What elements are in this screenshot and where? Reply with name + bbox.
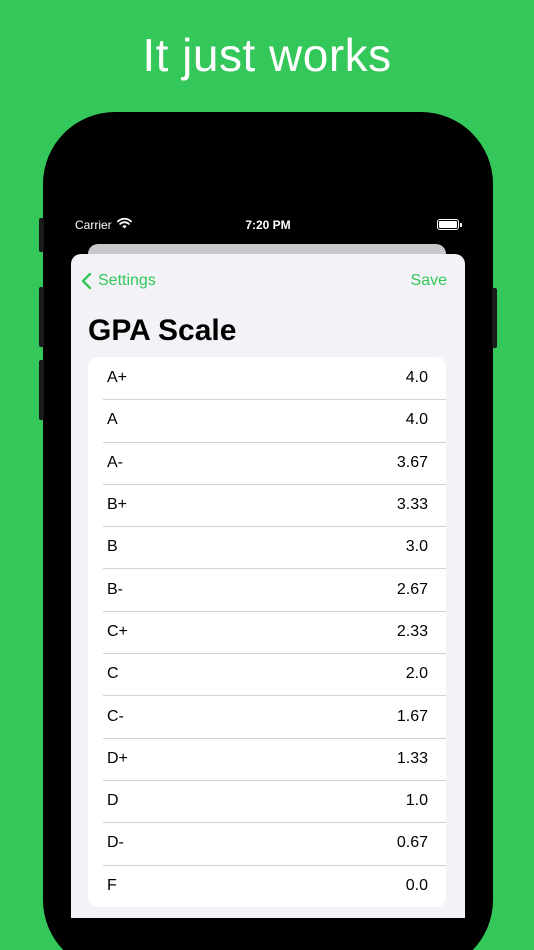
grade-label: C- — [107, 707, 124, 725]
grade-value: 2.67 — [396, 580, 428, 598]
grade-label: C — [107, 665, 119, 683]
grade-row[interactable]: B 3.0 — [88, 526, 446, 568]
grade-label: C+ — [107, 622, 128, 640]
grade-value: 2.0 — [405, 665, 428, 683]
grade-label: D — [107, 792, 119, 810]
grade-row[interactable]: A 4.0 — [88, 399, 446, 441]
grade-label: A+ — [107, 369, 128, 387]
battery-icon — [437, 219, 459, 230]
gpa-scale-sheet: Settings Save GPA Scale A+ 4.0 A 4.0 A- 3.6… — [71, 254, 465, 918]
status-time: 7:20 PM — [245, 218, 291, 232]
status-bar: Carrier 7:20 PM — [68, 213, 468, 237]
grade-value: 4.0 — [405, 369, 428, 387]
grade-label: A — [107, 411, 118, 429]
volume-up-button — [39, 287, 44, 347]
grade-row[interactable]: C 2.0 — [88, 653, 446, 695]
grade-label: F — [107, 876, 117, 894]
grade-value: 3.0 — [405, 538, 428, 556]
volume-down-button — [39, 360, 44, 420]
grade-row[interactable]: C+ 2.33 — [88, 610, 446, 653]
grade-label: D- — [107, 834, 124, 852]
grade-row[interactable]: D+ 1.33 — [88, 737, 446, 780]
grade-value: 0.0 — [405, 876, 428, 894]
power-button — [492, 288, 497, 348]
grade-value: 1.67 — [396, 707, 428, 725]
grade-label: D+ — [107, 749, 128, 767]
grade-value: 2.33 — [396, 622, 428, 640]
chevron-left-icon — [81, 272, 92, 290]
grade-row[interactable]: D- 0.67 — [88, 822, 446, 864]
back-button[interactable]: Settings — [81, 270, 156, 292]
battery-tip — [460, 223, 462, 227]
grade-value: 4.0 — [405, 411, 428, 429]
grade-row[interactable]: D 1.0 — [88, 779, 446, 822]
grade-label: B+ — [107, 496, 128, 514]
grade-row[interactable]: A- 3.67 — [88, 441, 446, 484]
grade-label: B- — [107, 580, 123, 598]
grade-value: 1.0 — [405, 792, 428, 810]
phone-screen: Carrier 7:20 PM Settings Save GPA Scale … — [68, 213, 468, 950]
mute-switch — [39, 218, 44, 252]
grade-row[interactable]: B+ 3.33 — [88, 483, 446, 526]
grade-value: 3.33 — [396, 496, 428, 514]
grade-row[interactable]: F 0.0 — [88, 864, 446, 907]
grade-label: A- — [107, 453, 123, 471]
grade-list: A+ 4.0 A 4.0 A- 3.67 B+ 3.33 B 3.0 B- 2.67 C+ 2… — [88, 357, 446, 907]
grade-value: 0.67 — [396, 834, 428, 852]
grade-label: B — [107, 538, 118, 556]
save-button[interactable]: Save — [411, 272, 447, 290]
back-button-label: Settings — [98, 272, 156, 289]
grade-value: 3.67 — [396, 453, 428, 471]
grade-value: 1.33 — [396, 749, 428, 767]
headline: It just works — [142, 29, 392, 81]
grade-row[interactable]: C- 1.67 — [88, 695, 446, 737]
grade-row[interactable]: B- 2.67 — [88, 568, 446, 610]
page-title: GPA Scale — [88, 314, 237, 347]
grade-row[interactable]: A+ 4.0 — [88, 357, 446, 399]
